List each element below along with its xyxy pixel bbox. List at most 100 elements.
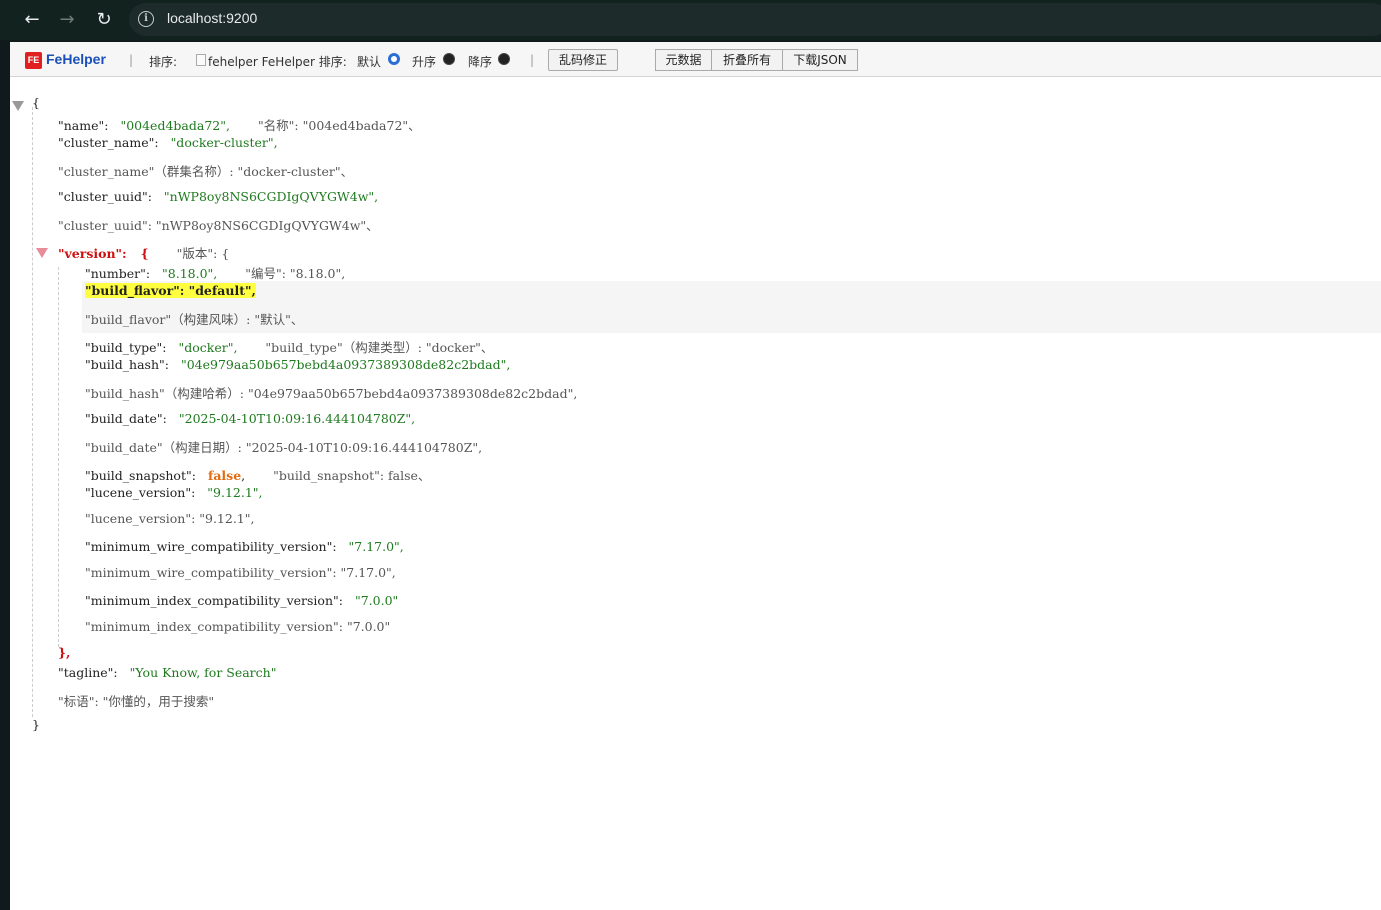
image-alt-text: fehelper FeHelper 排序: bbox=[208, 55, 347, 69]
sort-asc-label: 升序 bbox=[412, 55, 437, 69]
broken-image-icon bbox=[196, 54, 206, 66]
indent-guide bbox=[32, 107, 33, 717]
json-string-value: "nWP8oy8NS6CGDIgQVYGW4w", bbox=[163, 189, 379, 204]
json-row-lucene-version: "lucene_version": "9.12.1", bbox=[85, 485, 263, 500]
indent-guide-version bbox=[58, 267, 59, 647]
json-translation-build-flavor: "build_flavor"（构建风味）: "默认"、 bbox=[85, 309, 303, 328]
json-key: "cluster_name": bbox=[58, 135, 159, 150]
forward-arrow-icon[interactable]: → bbox=[55, 8, 79, 32]
json-row-build-hash: "build_hash": "04e979aa50b657bebd4a09373… bbox=[85, 357, 510, 372]
json-translation: "minimum_wire_compatibility_version": "7… bbox=[85, 565, 396, 580]
json-viewer: { "name": "004ed4bada72", "名称": "004ed4b… bbox=[10, 77, 1381, 910]
json-string-value: "8.18.0", bbox=[162, 266, 218, 281]
page-content: FE FeHelper | 排序: fehelper FeHelper 排序: … bbox=[10, 42, 1381, 910]
json-translation: "build_hash"（构建哈希）: "04e979aa50b657bebd4… bbox=[85, 386, 578, 401]
json-string-value: "docker", bbox=[178, 340, 238, 355]
json-string-value: "7.17.0", bbox=[348, 539, 404, 554]
json-key: "build_hash": bbox=[85, 357, 169, 372]
fehelper-logo-text[interactable]: FeHelper bbox=[46, 51, 106, 67]
root-open-brace: { bbox=[32, 95, 40, 110]
json-key: "number": bbox=[85, 266, 151, 281]
root-close-brace: } bbox=[32, 717, 40, 732]
json-row-build-date: "build_date": "2025-04-10T10:09:16.44410… bbox=[85, 411, 415, 426]
metadata-button[interactable]: 元数据 bbox=[655, 49, 711, 71]
sort-asc-radio[interactable] bbox=[443, 53, 455, 65]
sort-default-radio[interactable] bbox=[388, 53, 400, 65]
collapse-root-triangle-icon[interactable] bbox=[12, 101, 24, 111]
json-row-min-index-compat: "minimum_index_compatibility_version": "… bbox=[85, 593, 398, 608]
json-string-value: "docker-cluster", bbox=[170, 135, 278, 150]
sort-default-label: 默认 bbox=[357, 55, 382, 69]
back-arrow-icon[interactable]: ← bbox=[20, 8, 44, 32]
collapse-version-triangle-icon[interactable] bbox=[36, 248, 48, 258]
fix-encoding-button[interactable]: 乱码修正 bbox=[548, 49, 618, 71]
json-translation-lucene-version: "lucene_version": "9.12.1", bbox=[85, 511, 254, 526]
json-translation: "cluster_name"（群集名称）: "docker-cluster"、 bbox=[58, 164, 354, 179]
json-string-value: "7.0.0" bbox=[354, 593, 399, 608]
json-row-cluster-name: "cluster_name": "docker-cluster", bbox=[58, 135, 278, 150]
url-text[interactable]: localhost:9200 bbox=[167, 10, 257, 26]
json-translation: "编号": "8.18.0", bbox=[245, 266, 346, 281]
toolbar-separator-2: | bbox=[530, 53, 535, 67]
json-translation-min-wire-compat: "minimum_wire_compatibility_version": "7… bbox=[85, 565, 396, 580]
json-string-value: "You Know, for Search" bbox=[129, 665, 277, 680]
json-row-build-flavor[interactable]: "build_flavor": "default", bbox=[85, 283, 256, 298]
json-key: "build_date": bbox=[85, 411, 167, 426]
browser-toolbar: ← → ↻ i localhost:9200 bbox=[0, 0, 1381, 40]
fehelper-toolbar: FE FeHelper | 排序: fehelper FeHelper 排序: … bbox=[10, 42, 1381, 77]
json-translation-cluster-name: "cluster_name"（群集名称）: "docker-cluster"、 bbox=[58, 161, 353, 180]
json-row-number: "number": "8.18.0", "编号": "8.18.0", bbox=[85, 263, 345, 282]
json-string-value: "2025-04-10T10:09:16.444104780Z", bbox=[178, 411, 416, 426]
download-json-button[interactable]: 下载JSON bbox=[782, 49, 858, 71]
reload-icon[interactable]: ↻ bbox=[92, 8, 116, 32]
json-translation-build-date: "build_date"（构建日期）: "2025-04-10T10:09:16… bbox=[85, 437, 482, 456]
json-translation: "build_date"（构建日期）: "2025-04-10T10:09:16… bbox=[85, 440, 483, 455]
version-open-brace: { bbox=[140, 246, 149, 261]
json-row-version: "version": { "版本": { bbox=[58, 243, 229, 262]
json-string-value: "9.12.1", bbox=[207, 485, 263, 500]
json-row-build-snapshot: "build_snapshot": false, "build_snapshot… bbox=[85, 465, 430, 484]
json-key: "build_snapshot": bbox=[85, 468, 196, 483]
json-translation: "名称": "004ed4bada72"、 bbox=[257, 118, 421, 133]
sort-desc-label: 降序 bbox=[468, 55, 493, 69]
json-key: "lucene_version": bbox=[85, 485, 196, 500]
highlighted-key-value: "build_flavor": "default", bbox=[85, 283, 256, 298]
json-row-cluster-uuid: "cluster_uuid": "nWP8oy8NS6CGDIgQVYGW4w"… bbox=[58, 189, 378, 204]
json-key: "minimum_index_compatibility_version": bbox=[85, 593, 343, 608]
json-translation-cluster-uuid: "cluster_uuid": "nWP8oy8NS6CGDIgQVYGW4w"… bbox=[58, 215, 379, 234]
json-key: "minimum_wire_compatibility_version": bbox=[85, 539, 337, 554]
site-info-icon[interactable]: i bbox=[138, 11, 154, 27]
json-translation: "标语": "你懂的，用于搜索" bbox=[58, 694, 215, 709]
json-bool-value: false bbox=[207, 468, 242, 483]
fehelper-logo-icon[interactable]: FE bbox=[25, 52, 42, 69]
json-string-value: "004ed4bada72", bbox=[120, 118, 230, 133]
collapse-all-button[interactable]: 折叠所有 bbox=[711, 49, 782, 71]
json-row-build-type: "build_type": "docker", "build_type"（构建类… bbox=[85, 337, 493, 356]
json-translation: "lucene_version": "9.12.1", bbox=[85, 511, 255, 526]
json-key: "name": bbox=[58, 118, 109, 133]
json-translation-min-index-compat: "minimum_index_compatibility_version": "… bbox=[85, 619, 390, 634]
json-key: "build_type": bbox=[85, 340, 167, 355]
json-row-min-wire-compat: "minimum_wire_compatibility_version": "7… bbox=[85, 539, 404, 554]
json-key: "tagline": bbox=[58, 665, 118, 680]
json-translation: "build_flavor"（构建风味）: "默认"、 bbox=[85, 312, 304, 327]
address-bar[interactable]: i localhost:9200 bbox=[129, 3, 1381, 36]
json-translation: "cluster_uuid": "nWP8oy8NS6CGDIgQVYGW4w"… bbox=[58, 218, 379, 233]
version-close-brace-text: }, bbox=[58, 645, 71, 660]
toolbar-separator: | bbox=[129, 53, 134, 67]
sort-label: 排序: bbox=[149, 55, 178, 69]
version-close-brace: }, bbox=[58, 645, 70, 660]
json-key: "cluster_uuid": bbox=[58, 189, 152, 204]
json-row-tagline: "tagline": "You Know, for Search" bbox=[58, 665, 276, 680]
json-translation: "build_type"（构建类型）: "docker"、 bbox=[265, 340, 494, 355]
json-translation: "build_snapshot": false、 bbox=[273, 468, 431, 483]
json-translation: "版本": { bbox=[176, 246, 230, 261]
json-row-name: "name": "004ed4bada72", "名称": "004ed4bad… bbox=[58, 115, 421, 134]
json-translation: "minimum_index_compatibility_version": "… bbox=[85, 619, 391, 634]
json-string-value: "04e979aa50b657bebd4a0937389308de82c2bda… bbox=[180, 357, 511, 372]
json-translation-tagline: "标语": "你懂的，用于搜索" bbox=[58, 691, 214, 710]
json-comma: , bbox=[241, 468, 246, 483]
json-key-version: "version": bbox=[58, 246, 127, 261]
sort-desc-radio[interactable] bbox=[498, 53, 510, 65]
toolbar-button-group: 元数据 折叠所有 下载JSON bbox=[655, 49, 858, 71]
